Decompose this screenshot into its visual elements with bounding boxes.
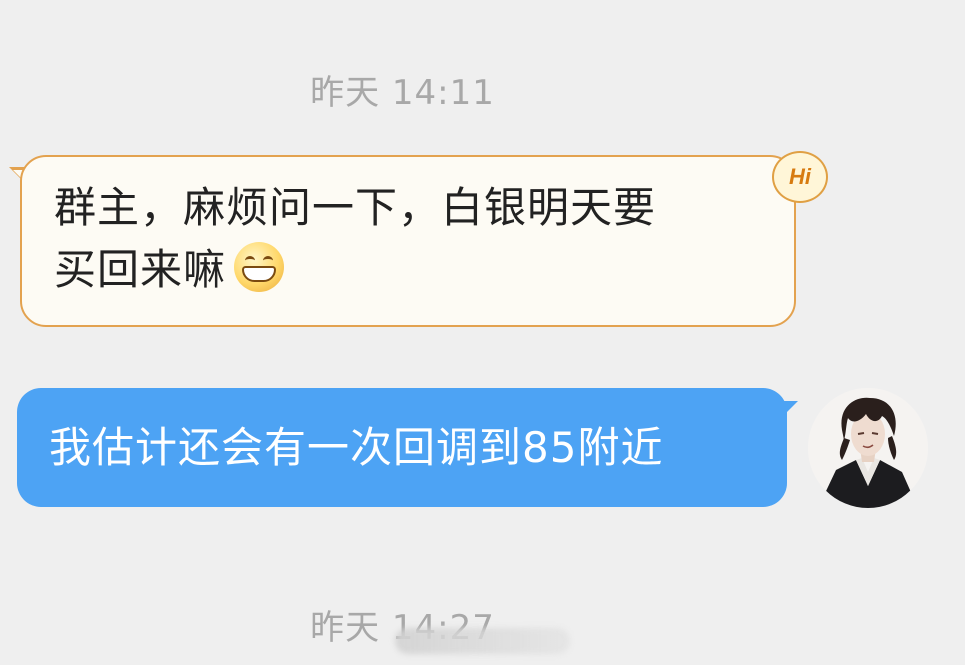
avatar-portrait-icon <box>808 388 928 508</box>
incoming-message-bubble[interactable]: 群主，麻烦问一下，白银明天要 买回来嘛 <box>20 155 796 327</box>
grin-emoji-icon <box>234 242 285 292</box>
blurred-overlay <box>395 628 570 654</box>
hi-badge-icon: Hi <box>772 151 828 203</box>
message-text-line: 群主，麻烦问一下，白银明天要 <box>54 183 657 232</box>
user-avatar[interactable] <box>808 388 928 508</box>
message-text: 我估计还会有一次回调到85附近 <box>49 423 664 472</box>
bubble-tail <box>784 401 798 415</box>
timestamp-text: 昨天 14:11 <box>310 73 495 113</box>
message-text-line: 买回来嘛 <box>54 239 764 301</box>
outgoing-message-bubble[interactable]: 我估计还会有一次回调到85附近 <box>17 388 787 507</box>
timestamp-divider: 昨天 14:11 <box>0 65 805 114</box>
